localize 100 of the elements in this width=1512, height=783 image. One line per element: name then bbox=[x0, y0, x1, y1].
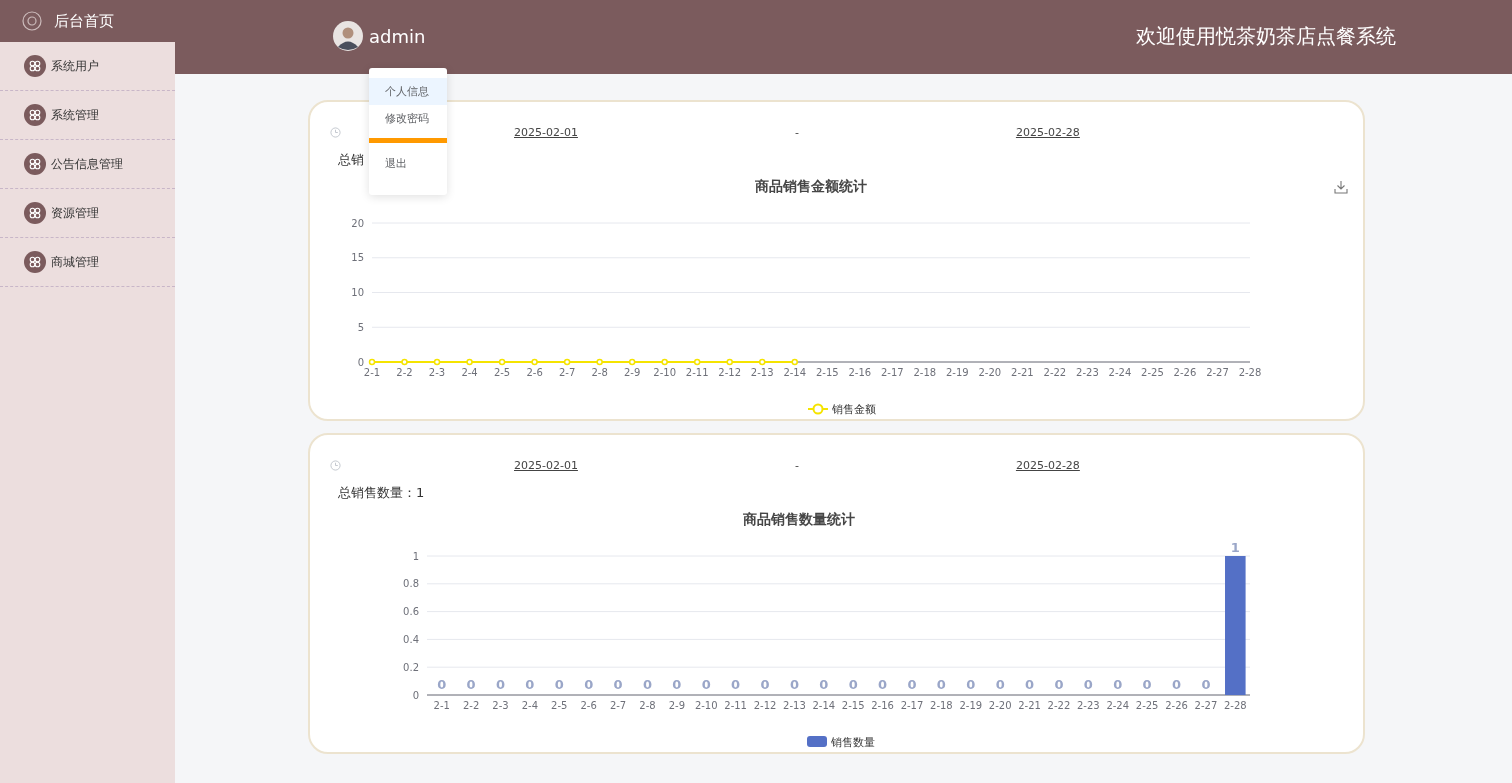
total-label: 总销 bbox=[338, 151, 364, 167]
data-label: 0 bbox=[848, 677, 858, 692]
x-axis-label: 2-27 bbox=[1194, 700, 1218, 711]
x-axis-label: 2-21 bbox=[1011, 367, 1034, 378]
x-axis-label: 2-13 bbox=[783, 700, 806, 711]
data-label: 0 bbox=[466, 677, 476, 692]
sidebar-label: 公告信息管理 bbox=[51, 155, 123, 173]
data-label: 0 bbox=[701, 677, 711, 692]
x-axis-label: 2-15 bbox=[815, 367, 839, 378]
x-axis-label: 2-17 bbox=[880, 367, 904, 378]
x-axis-label: 2-16 bbox=[848, 367, 872, 378]
x-axis-label: 2-11 bbox=[724, 700, 747, 711]
x-axis-label: 2-6 bbox=[526, 367, 543, 378]
x-axis-label: 2-1 bbox=[363, 367, 381, 378]
data-label: 0 bbox=[525, 677, 535, 692]
x-axis-label: 2-20 bbox=[978, 367, 1002, 378]
data-label: 0 bbox=[672, 677, 682, 692]
data-label: 0 bbox=[554, 677, 564, 692]
data-label: 0 bbox=[437, 677, 447, 692]
x-axis-label: 2-8 bbox=[639, 700, 656, 711]
total-label: 总销售数量：1 bbox=[338, 484, 425, 500]
data-label: 0 bbox=[731, 677, 741, 692]
sidebar-label: 系统用户 bbox=[51, 57, 99, 75]
x-axis-label: 2-24 bbox=[1108, 367, 1132, 378]
sidebar-label: 资源管理 bbox=[51, 204, 99, 222]
x-axis-label: 2-12 bbox=[753, 700, 777, 711]
x-axis-label: 2-19 bbox=[959, 700, 983, 711]
x-axis-label: 2-3 bbox=[492, 700, 509, 711]
x-axis-label: 2-6 bbox=[580, 700, 597, 711]
y-axis-label: 0.8 bbox=[403, 578, 419, 590]
legend-label: 销售金额 bbox=[831, 403, 876, 416]
x-axis-label: 2-8 bbox=[591, 367, 608, 378]
x-axis-label: 2-10 bbox=[694, 700, 718, 711]
y-axis-label: 15 bbox=[351, 252, 364, 264]
x-axis-label: 2-23 bbox=[1077, 700, 1100, 711]
x-axis-label: 2-5 bbox=[493, 367, 511, 378]
data-label: 0 bbox=[495, 677, 505, 692]
data-label: 0 bbox=[1142, 677, 1152, 692]
system-title: 欢迎使用悦茶奶茶店点餐系统 bbox=[1136, 22, 1396, 50]
date-separator: - bbox=[794, 458, 799, 472]
x-axis-label: 2-27 bbox=[1206, 367, 1229, 378]
x-axis-label: 2-23 bbox=[1076, 367, 1099, 378]
y-axis-label: 1 bbox=[412, 550, 419, 562]
data-label: 0 bbox=[584, 677, 594, 692]
x-axis-label: 2-11 bbox=[685, 367, 709, 378]
chart-title: 商品销售金额统计 bbox=[755, 178, 867, 194]
x-axis-label: 2-4 bbox=[521, 700, 539, 711]
sidebar-label: 商城管理 bbox=[51, 253, 99, 271]
data-label: 0 bbox=[936, 677, 946, 692]
data-label: 0 bbox=[760, 677, 770, 692]
x-axis-label: 2-20 bbox=[988, 700, 1012, 711]
x-axis-label: 2-26 bbox=[1173, 367, 1197, 378]
x-axis-label: 2-15 bbox=[841, 700, 865, 711]
y-axis-label: 0.4 bbox=[403, 633, 419, 645]
data-label: 0 bbox=[907, 677, 917, 692]
x-axis-label: 2-12 bbox=[718, 367, 742, 378]
x-axis-label: 2-24 bbox=[1106, 700, 1130, 711]
data-label: 0 bbox=[1113, 677, 1123, 692]
x-axis-label: 2-9 bbox=[624, 367, 641, 378]
x-axis-label: 2-3 bbox=[428, 367, 446, 378]
x-axis-label: 2-26 bbox=[1165, 700, 1188, 711]
x-axis-label: 2-25 bbox=[1141, 367, 1164, 378]
data-label: 0 bbox=[642, 677, 652, 692]
data-label: 0 bbox=[1083, 677, 1093, 692]
x-axis-label: 2-13 bbox=[750, 367, 774, 378]
y-axis-label: 0.2 bbox=[403, 661, 419, 673]
x-axis-label: 2-14 bbox=[783, 367, 807, 378]
date-separator: - bbox=[794, 125, 799, 139]
x-axis-label: 2-1 bbox=[433, 700, 450, 711]
x-axis-label: 2-9 bbox=[668, 700, 685, 711]
y-axis-label: 0 bbox=[357, 356, 364, 368]
x-axis-label: 2-17 bbox=[900, 700, 924, 711]
data-label: 0 bbox=[819, 677, 829, 692]
data-label: 0 bbox=[1054, 677, 1064, 692]
y-axis-label: 20 bbox=[351, 217, 364, 229]
x-axis-label: 2-22 bbox=[1047, 700, 1071, 711]
y-axis-label: 0 bbox=[412, 689, 419, 701]
chart-title: 商品销售数量统计 bbox=[742, 511, 855, 527]
data-label: 0 bbox=[1172, 677, 1182, 692]
data-label: 0 bbox=[1201, 677, 1211, 692]
x-axis-label: 2-25 bbox=[1135, 700, 1159, 711]
x-axis-label: 2-21 bbox=[1018, 700, 1041, 711]
data-label: 0 bbox=[995, 677, 1005, 692]
y-axis-label: 10 bbox=[351, 287, 364, 298]
data-label: 1 bbox=[1230, 540, 1240, 555]
data-label: 0 bbox=[613, 677, 623, 692]
data-label: 0 bbox=[878, 677, 888, 692]
x-axis-label: 2-4 bbox=[461, 367, 478, 378]
x-axis-label: 2-7 bbox=[609, 700, 627, 711]
y-axis-label: 5 bbox=[357, 321, 364, 333]
x-axis-label: 2-18 bbox=[913, 367, 937, 378]
x-axis-label: 2-28 bbox=[1238, 367, 1262, 378]
x-axis-label: 2-7 bbox=[558, 367, 576, 378]
x-axis-label: 2-2 bbox=[462, 700, 480, 711]
x-axis-label: 2-22 bbox=[1043, 367, 1067, 378]
home-label: 后台首页 bbox=[54, 11, 114, 31]
legend-label: 销售数量 bbox=[830, 736, 875, 749]
data-label: 0 bbox=[789, 677, 799, 692]
sidebar-label: 系统管理 bbox=[51, 106, 99, 124]
data-label: 0 bbox=[966, 677, 976, 692]
